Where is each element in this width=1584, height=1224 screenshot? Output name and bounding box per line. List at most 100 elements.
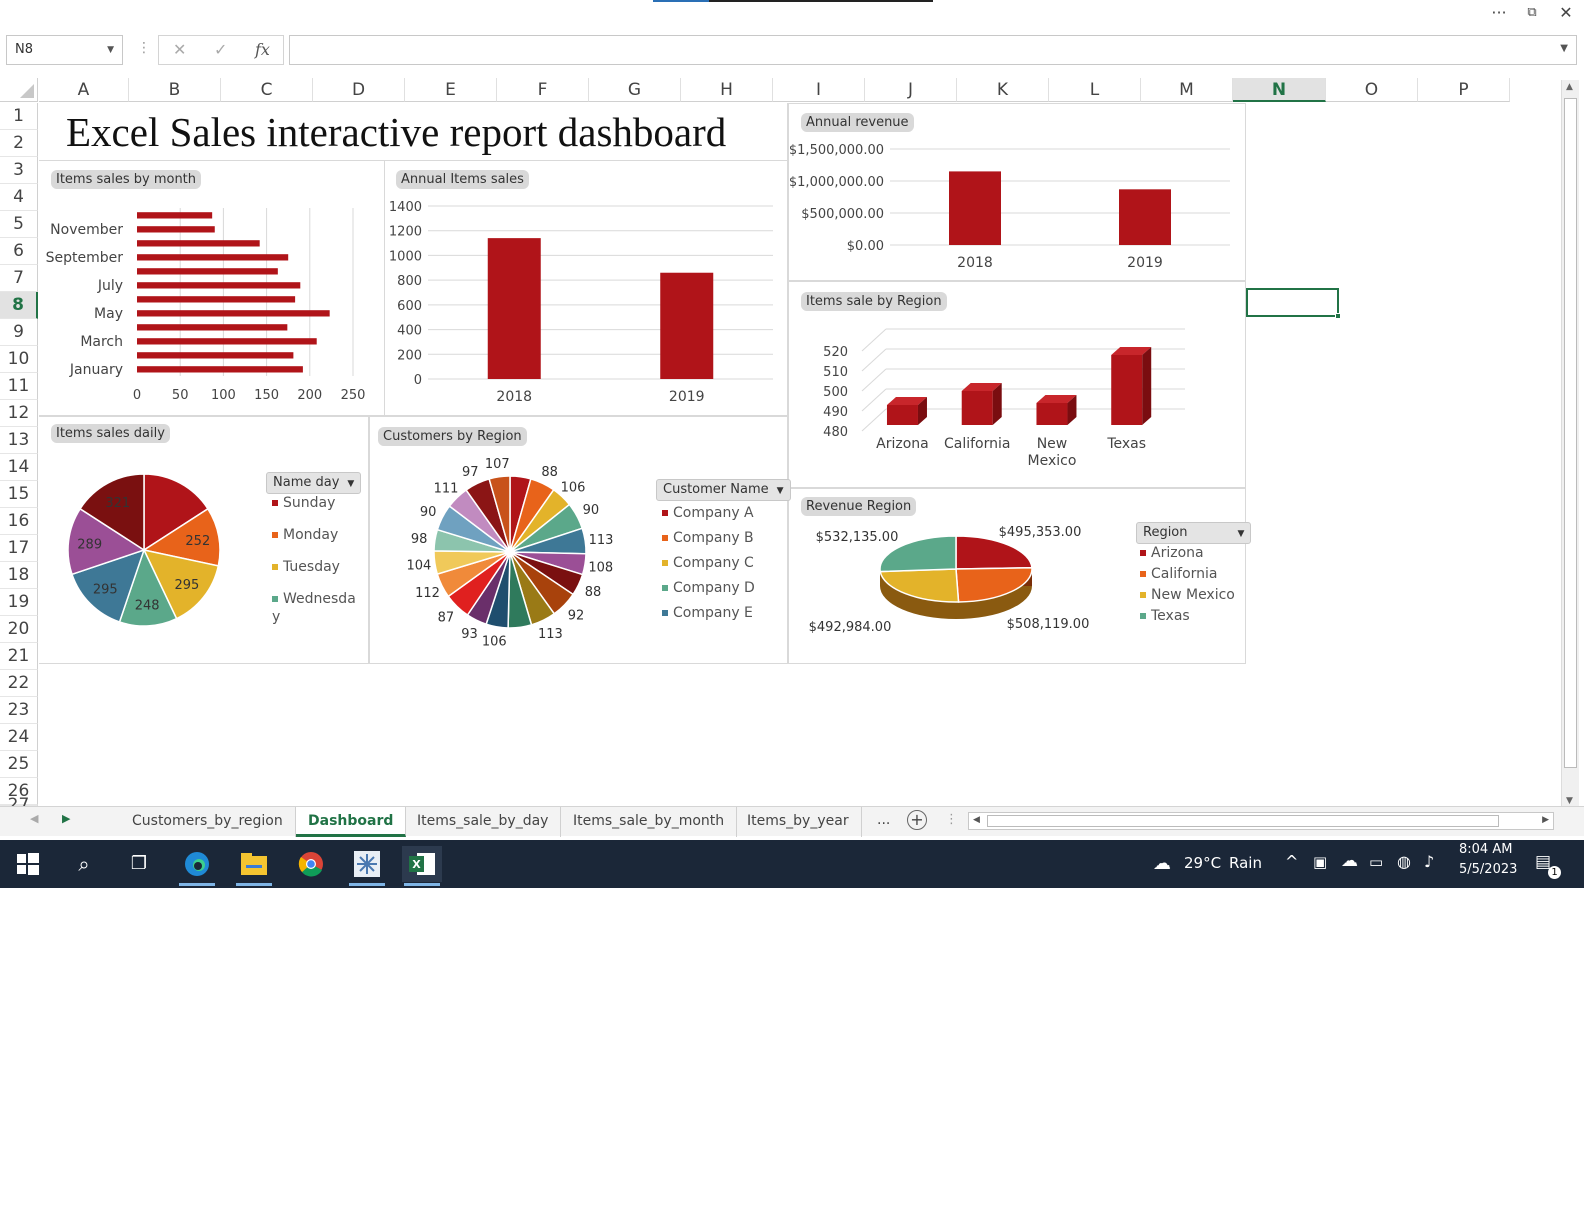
column-header-m[interactable]: M: [1141, 78, 1233, 102]
row-header-14[interactable]: 14: [0, 454, 38, 481]
check-icon[interactable]: ✓: [214, 40, 227, 59]
scroll-right-icon[interactable]: ▶: [1542, 815, 1549, 825]
column-header-b[interactable]: B: [129, 78, 221, 102]
weather-text[interactable]: Rain: [1229, 854, 1262, 872]
more-sheets-button[interactable]: ...: [877, 812, 890, 828]
chart-tag-revenue-region[interactable]: Revenue Region: [801, 497, 917, 516]
formula-input[interactable]: ▼: [289, 35, 1577, 65]
app-icon[interactable]: [347, 846, 387, 886]
legend-filter-customer-name[interactable]: Customer Name ▼: [656, 479, 791, 501]
edge-icon[interactable]: [177, 846, 217, 886]
legend-filter-name-day[interactable]: Name day ▼: [266, 472, 362, 494]
region-bar-chart[interactable]: 480 490 500 510 520 Arizona California NewMexic…: [790, 315, 1245, 487]
items-by-month-chart[interactable]: 0 50 100 150 200 250 November September July May M…: [40, 190, 380, 415]
row-header-24[interactable]: 24: [0, 724, 38, 751]
chart-tag-annual-revenue[interactable]: Annual revenue: [801, 113, 914, 132]
column-header-i[interactable]: I: [773, 78, 865, 102]
tab-scroll-left-icon[interactable]: ◀: [30, 812, 38, 825]
row-header-12[interactable]: 12: [0, 400, 38, 427]
legend-item[interactable]: Monday: [272, 526, 367, 544]
row-header-16[interactable]: 16: [0, 508, 38, 535]
name-box[interactable]: N8 ▼: [6, 35, 123, 65]
legend-item[interactable]: Sunday: [272, 494, 367, 512]
scroll-down-icon[interactable]: ▼: [1566, 796, 1573, 806]
chart-tag-customers[interactable]: Customers by Region: [378, 427, 527, 446]
drag-handle-icon[interactable]: ⋮: [137, 40, 151, 56]
excel-icon[interactable]: X: [402, 846, 442, 886]
tab-dashboard[interactable]: Dashboard: [296, 807, 407, 837]
row-header-21[interactable]: 21: [0, 643, 38, 670]
row-header-25[interactable]: 25: [0, 751, 38, 778]
search-icon[interactable]: ⌕: [64, 846, 104, 882]
horizontal-scrollbar[interactable]: ◀ ▶: [968, 812, 1554, 830]
row-header-13[interactable]: 13: [0, 427, 38, 454]
row-header-20[interactable]: 20: [0, 616, 38, 643]
onedrive-cloud-icon[interactable]: ☁: [1341, 851, 1358, 871]
weather-temp[interactable]: 29°C: [1184, 854, 1221, 872]
legend-filter-region[interactable]: Region ▼: [1136, 522, 1252, 544]
column-header-n[interactable]: N: [1233, 78, 1326, 102]
chevron-down-icon[interactable]: ▼: [107, 36, 114, 64]
column-header-h[interactable]: H: [681, 78, 773, 102]
legend-item[interactable]: Company A: [662, 505, 754, 521]
more-options-icon[interactable]: ···: [1484, 2, 1514, 24]
row-header-10[interactable]: 10: [0, 346, 38, 373]
legend-item[interactable]: Company B: [662, 530, 754, 546]
clock-date[interactable]: 5/5/2023: [1459, 862, 1517, 877]
row-header-3[interactable]: 3: [0, 157, 38, 184]
row-header-18[interactable]: 18: [0, 562, 38, 589]
meet-now-icon[interactable]: ▣: [1313, 853, 1327, 871]
fill-handle[interactable]: [1335, 313, 1341, 319]
column-header-f[interactable]: F: [497, 78, 589, 102]
legend-item[interactable]: California: [1140, 566, 1217, 582]
row-header-4[interactable]: 4: [0, 184, 38, 211]
chrome-icon[interactable]: [291, 846, 331, 882]
volume-icon[interactable]: ♪: [1424, 852, 1434, 871]
chart-tag-annual-items[interactable]: Annual Items sales: [396, 170, 529, 189]
x-icon[interactable]: ✕: [173, 40, 186, 59]
daily-pie-chart[interactable]: 252 295 248 295 289 321: [40, 445, 270, 660]
legend-item[interactable]: Texas: [1140, 608, 1190, 624]
column-header-g[interactable]: G: [589, 78, 681, 102]
scroll-up-icon[interactable]: ▲: [1566, 82, 1573, 92]
row-header-1[interactable]: 1: [0, 103, 38, 130]
tab-items-by-year[interactable]: Items_by_year: [735, 807, 862, 837]
task-view-icon[interactable]: ❐: [119, 846, 159, 882]
clock-time[interactable]: 8:04 AM: [1459, 842, 1512, 857]
revenue-region-pie-chart[interactable]: $495,353.00 $508,119.00 $492,984.00 $532,13…: [790, 515, 1130, 660]
network-globe-icon[interactable]: ◍: [1397, 852, 1411, 871]
row-header-6[interactable]: 6: [0, 238, 38, 265]
column-header-l[interactable]: L: [1049, 78, 1141, 102]
row-header-8[interactable]: 8: [0, 292, 38, 319]
battery-icon[interactable]: ▭: [1369, 853, 1383, 871]
row-header-5[interactable]: 5: [0, 211, 38, 238]
hscroll-thumb[interactable]: [987, 815, 1499, 827]
fx-icon[interactable]: fx: [255, 40, 270, 59]
tab-items-sale-by-month[interactable]: Items_sale_by_month: [561, 807, 738, 837]
close-icon[interactable]: ✕: [1551, 2, 1581, 24]
select-all-corner[interactable]: [0, 78, 38, 102]
tab-split-handle-icon[interactable]: ⋮: [945, 812, 958, 827]
row-header-23[interactable]: 23: [0, 697, 38, 724]
column-header-e[interactable]: E: [405, 78, 497, 102]
selected-cell-n8[interactable]: [1246, 288, 1341, 319]
chart-tag-daily[interactable]: Items sales daily: [51, 424, 170, 443]
row-header-11[interactable]: 11: [0, 373, 38, 400]
vertical-scrollbar[interactable]: ▲ ▼: [1561, 80, 1579, 808]
column-header-a[interactable]: A: [39, 78, 129, 102]
tab-items-sale-by-day[interactable]: Items_sale_by_day: [405, 807, 562, 837]
scroll-left-icon[interactable]: ◀: [973, 815, 980, 825]
file-explorer-icon[interactable]: [234, 846, 274, 886]
legend-item[interactable]: Company E: [662, 605, 753, 621]
chart-tag-region[interactable]: Items sale by Region: [801, 292, 947, 311]
legend-item[interactable]: Arizona: [1140, 545, 1204, 561]
filter-dropdown-icon[interactable]: ▼: [777, 486, 784, 496]
restore-icon[interactable]: ⧉: [1517, 2, 1547, 24]
row-header-15[interactable]: 15: [0, 481, 38, 508]
chevron-down-icon[interactable]: ▼: [1560, 43, 1568, 54]
row-header-22[interactable]: 22: [0, 670, 38, 697]
row-header-19[interactable]: 19: [0, 589, 38, 616]
column-header-d[interactable]: D: [313, 78, 405, 102]
weather-rain-icon[interactable]: ☁: [1142, 846, 1182, 882]
tab-customers-by-region[interactable]: Customers_by_region: [120, 807, 296, 837]
